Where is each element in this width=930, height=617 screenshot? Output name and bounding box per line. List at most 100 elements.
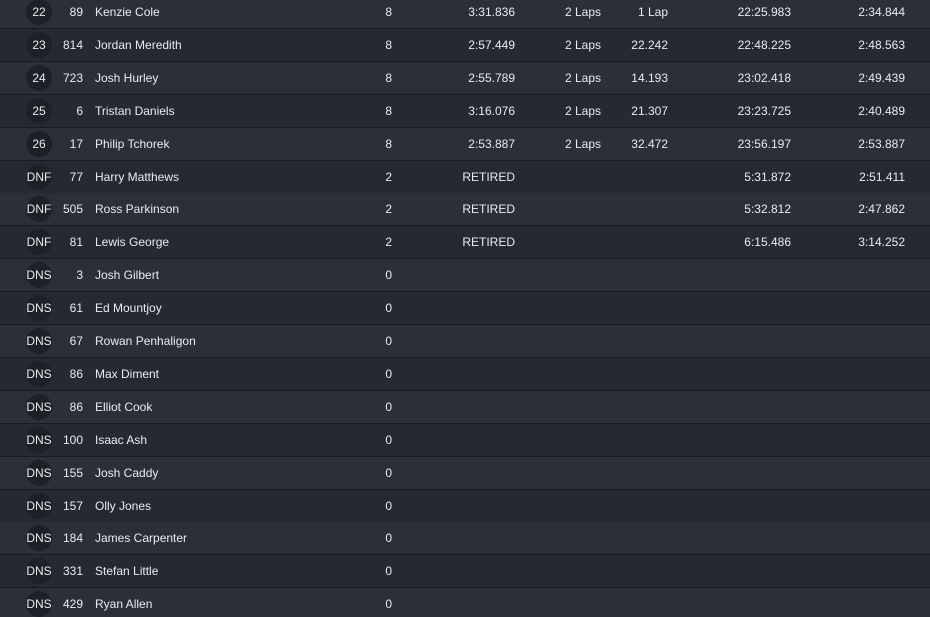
laps-completed: 2 [385,235,392,250]
gap-to-leader: 2 Laps [564,5,601,19]
rider-number: 77 [69,169,83,184]
rider-number: 89 [69,5,83,19]
rider-name: Josh Gilbert [95,268,160,283]
gap-to-leader [530,391,601,423]
rider-number: 17 [69,136,83,151]
position-badge: 25 [26,97,52,124]
rider-number: 155 [62,465,83,480]
best-lap-or-status [430,391,515,423]
gap-to-previous [610,161,668,193]
results-table: 22 89 Kenzie Cole 8 3:31.836 2 Laps 1 Lap 22:25… [0,0,930,617]
table-row[interactable]: DNS 3 Josh Gilbert 0 [0,259,930,293]
rider-number: 814 [62,37,83,52]
table-row[interactable]: 23 814 Jordan Meredith 8 2:57.449 2 Laps 22.24… [0,28,930,62]
position-badge: DNS [26,591,52,617]
rider-number: 505 [62,202,83,217]
best-lap-or-status: 2:53.887 [468,136,515,151]
gap-to-previous [610,325,668,357]
gap-to-previous [610,457,668,489]
rider-name: Philip Tchorek [95,136,170,151]
rider-name: Harry Matthews [95,169,180,184]
best-lap-or-status: RETIRED [462,202,515,217]
position-cell: DNS [26,457,52,489]
laps-completed: 0 [385,498,392,513]
last-lap-time [820,555,905,587]
total-time [700,259,791,291]
table-row[interactable]: 26 17 Philip Tchorek 8 2:53.887 2 Laps 32.472 2… [0,127,930,161]
last-lap-time [820,292,905,324]
best-lap-or-status [430,555,515,587]
gap-to-leader [530,226,601,258]
position-badge: DNS [26,525,52,552]
rider-name: Josh Caddy [95,465,159,480]
position-cell: DNS [26,555,52,587]
gap-to-previous [610,358,668,390]
laps-completed: 0 [385,531,392,546]
table-row[interactable]: DNS 86 Elliot Cook 0 [0,390,930,424]
last-lap-time: 2:47.862 [858,202,905,217]
rider-number: 61 [69,301,83,316]
table-row[interactable]: 25 6 Tristan Daniels 8 3:16.076 2 Laps 21.307 2… [0,94,930,128]
best-lap-or-status [430,457,515,489]
table-row[interactable]: DNS 157 Olly Jones 0 [0,489,930,523]
position-badge: DNS [26,262,52,289]
best-lap-or-status: 2:55.789 [468,70,515,85]
table-row[interactable]: DNS 429 Ryan Allen 0 [0,588,930,617]
rider-name: Jordan Meredith [95,37,182,52]
best-lap-or-status [430,259,515,291]
rider-name: Elliot Cook [95,399,153,414]
gap-to-leader: 2 Laps [564,70,601,85]
gap-to-leader [530,555,601,587]
table-row[interactable]: DNS 331 Stefan Little 0 [0,555,930,589]
laps-completed: 0 [385,432,392,447]
table-row[interactable]: DNS 61 Ed Mountjoy 0 [0,292,930,326]
gap-to-leader [530,358,601,390]
position-cell: 25 [26,95,52,127]
laps-completed: 8 [385,70,392,85]
table-row[interactable]: DNS 184 James Carpenter 0 [0,522,930,556]
table-row[interactable]: DNS 86 Max Diment 0 [0,357,930,391]
gap-to-previous: 32.472 [631,136,668,151]
position-badge: DNS [26,426,52,453]
best-lap-or-status: RETIRED [462,235,515,250]
rider-number: 86 [69,366,83,381]
laps-completed: 2 [385,169,392,184]
last-lap-time [820,490,905,522]
best-lap-or-status [430,292,515,324]
table-row[interactable]: DNF 77 Harry Matthews 2 RETIRED 5:31.872 2:51.… [0,160,930,194]
table-row[interactable]: DNS 100 Isaac Ash 0 [0,423,930,457]
laps-completed: 0 [385,334,392,348]
rider-name: Max Diment [95,366,160,381]
table-row[interactable]: 22 89 Kenzie Cole 8 3:31.836 2 Laps 1 Lap 22:25… [0,0,930,29]
laps-completed: 0 [385,301,392,316]
position-badge: DNS [26,558,52,585]
position-badge: DNS [26,393,52,420]
rider-number: 100 [62,432,83,447]
position-badge: 26 [26,130,52,157]
last-lap-time [820,522,905,554]
table-row[interactable]: DNF 81 Lewis George 2 RETIRED 6:15.486 3:14.25… [0,226,930,260]
gap-to-previous [610,259,668,291]
total-time: 23:56.197 [737,136,791,151]
total-time: 23:23.725 [737,103,791,118]
gap-to-leader: 2 Laps [564,136,601,151]
rider-name: Josh Hurley [95,70,159,85]
position-cell: DNS [26,325,52,357]
table-row[interactable]: DNS 67 Rowan Penhaligon 0 [0,325,930,358]
laps-completed: 0 [385,564,392,579]
gap-to-leader [530,424,601,456]
position-badge: 23 [26,31,52,58]
table-row[interactable]: DNS 155 Josh Caddy 0 [0,456,930,490]
table-row[interactable]: 24 723 Josh Hurley 8 2:55.789 2 Laps 14.193 23:… [0,61,930,95]
gap-to-leader [530,588,601,617]
rider-number: 6 [76,103,83,118]
gap-to-leader: 2 Laps [564,103,601,118]
rider-name: Tristan Daniels [95,103,175,118]
gap-to-leader [530,161,601,193]
last-lap-time: 3:14.252 [858,235,905,250]
position-cell: DNF [26,161,52,193]
last-lap-time [820,391,905,423]
table-row[interactable]: DNF 505 Ross Parkinson 2 RETIRED 5:32.812 2:47… [0,193,930,227]
position-cell: DNF [26,226,52,258]
gap-to-previous [610,522,668,554]
